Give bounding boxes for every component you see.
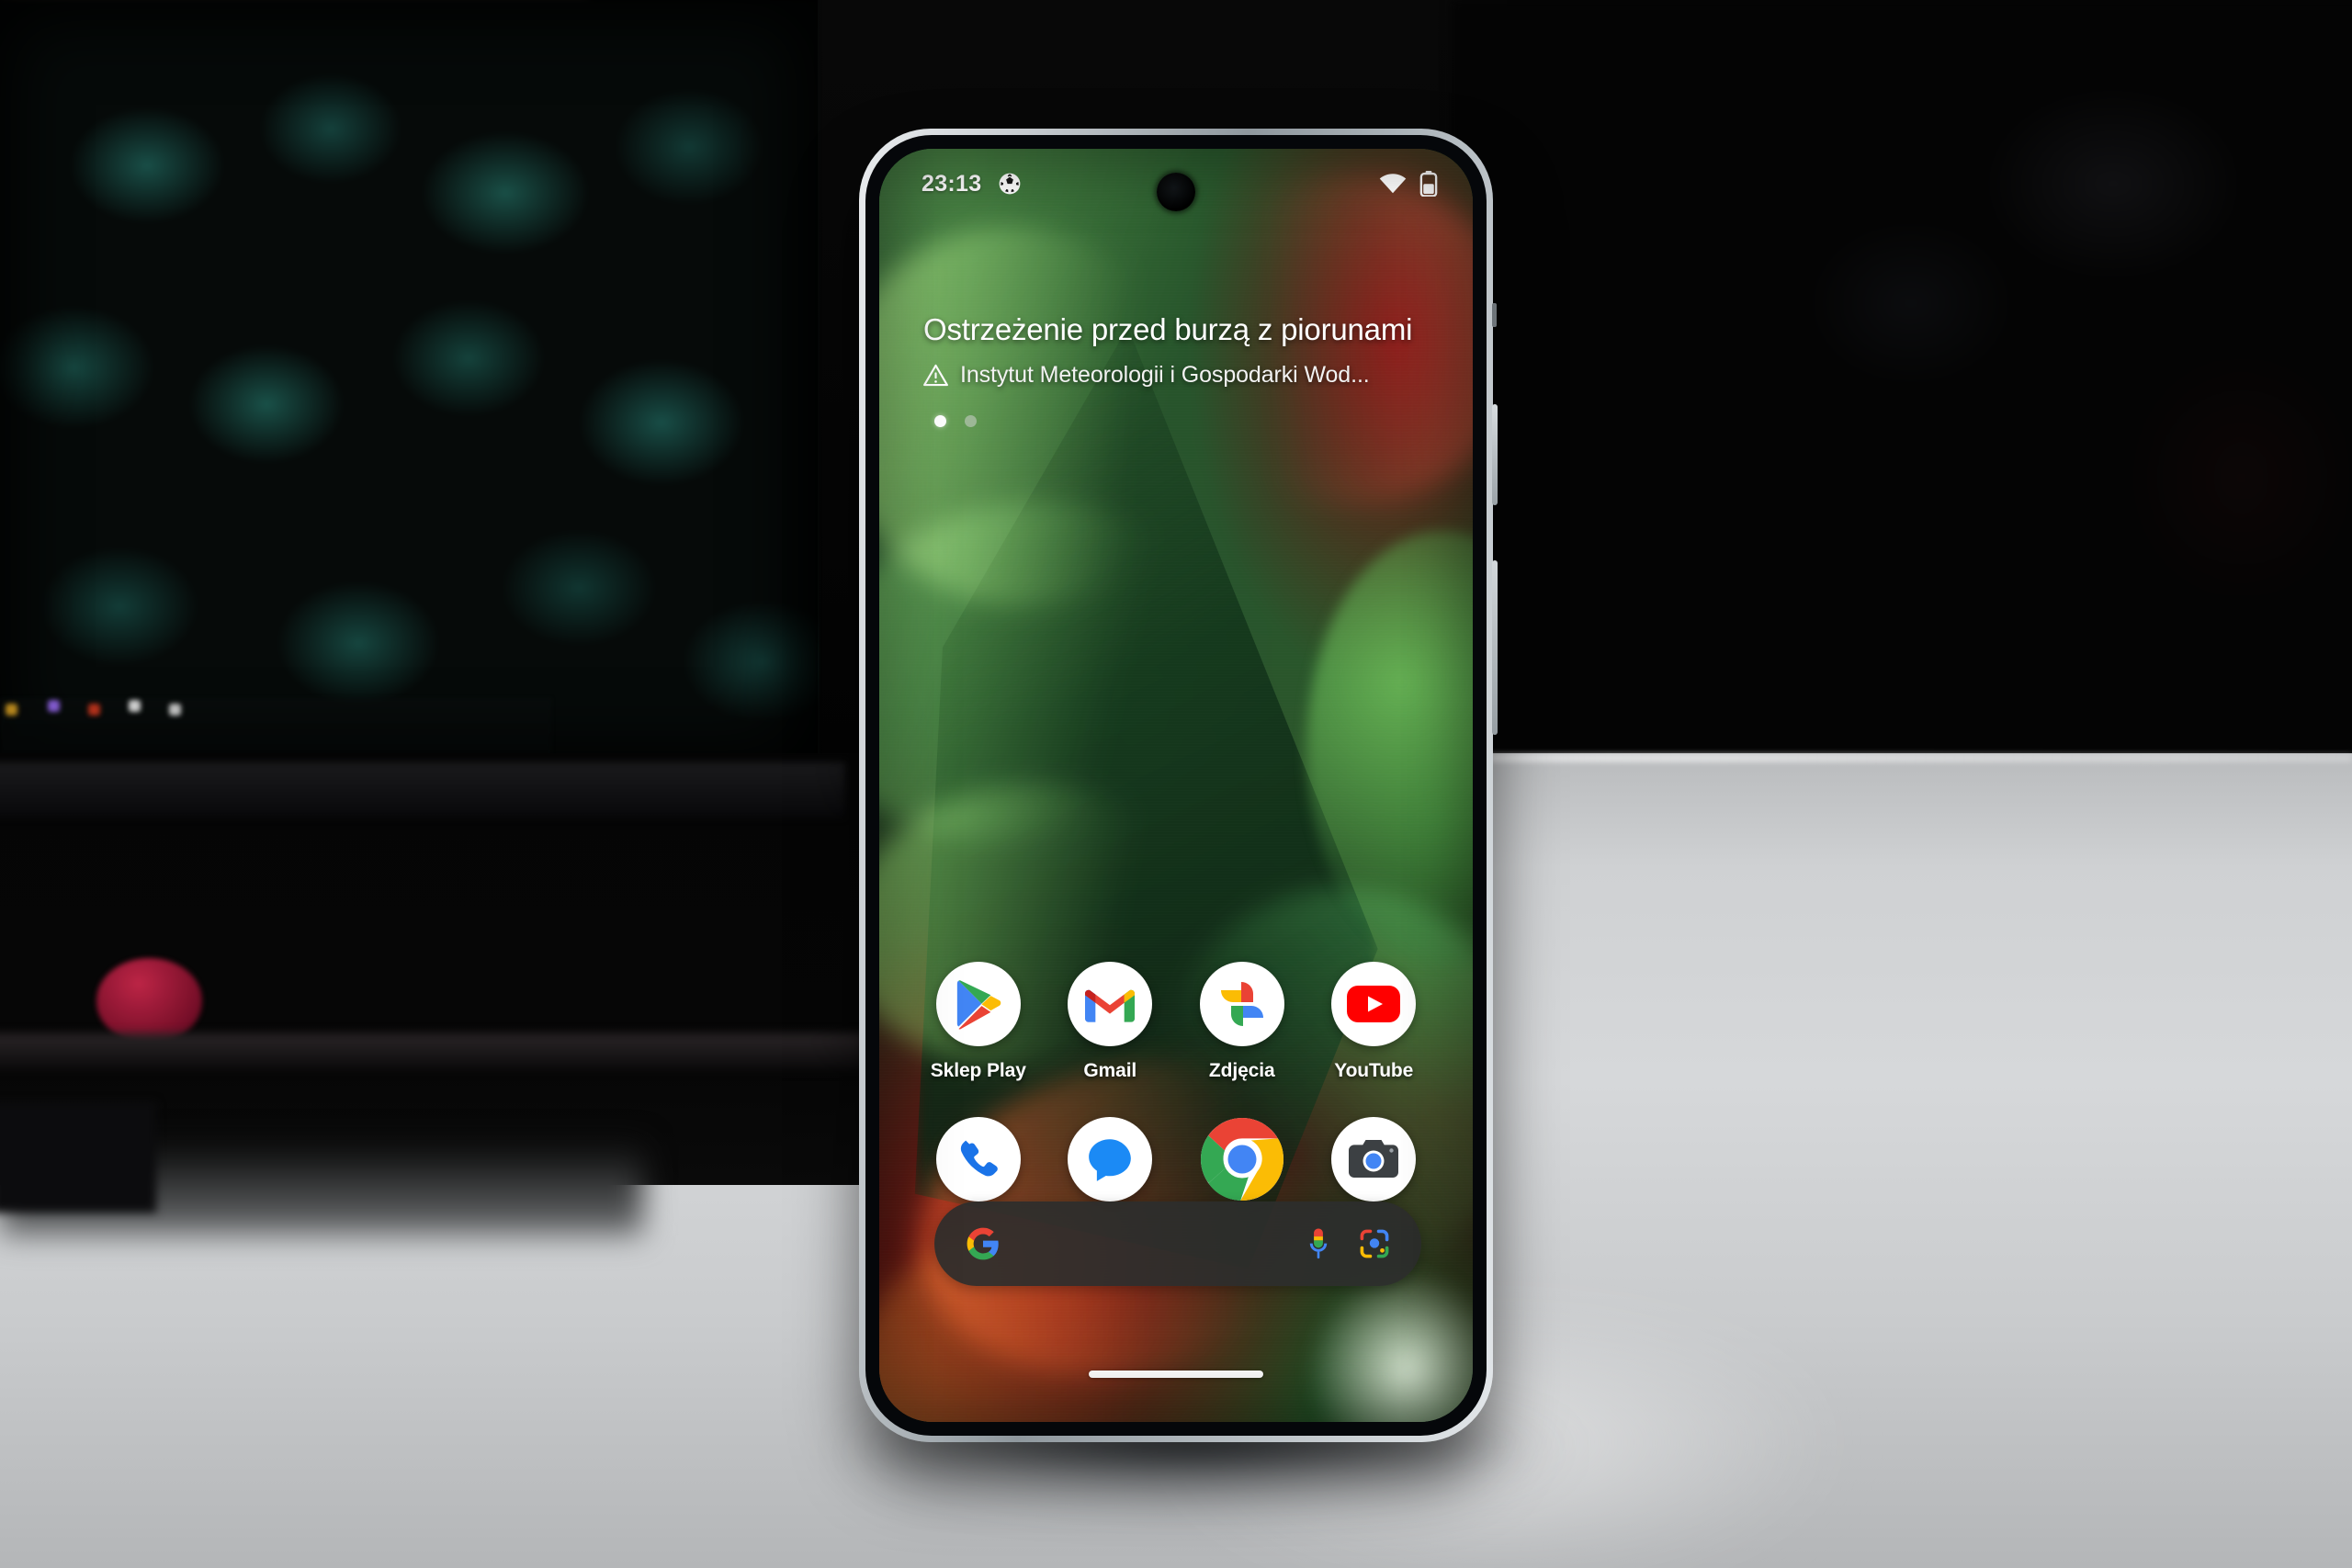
page-indicator[interactable]	[934, 415, 977, 427]
warning-triangle-icon	[923, 363, 948, 388]
google-lens-icon[interactable]	[1359, 1228, 1390, 1259]
scene: 23:13 Ostrzeżenie przed burzą z piorunam…	[0, 0, 2352, 1568]
app-grid: Sklep Play Gmail Zdjęcia YouTube	[912, 962, 1440, 1237]
app-label: YouTube	[1334, 1060, 1414, 1081]
soccer-ball-icon	[998, 172, 1022, 196]
shelf-object	[0, 1102, 156, 1213]
app-label: Sklep Play	[930, 1060, 1026, 1081]
background-monitor-rim	[0, 0, 818, 772]
app-gmail[interactable]: Gmail	[1045, 962, 1177, 1082]
taskbar-icon	[88, 704, 100, 716]
app-label: Zdjęcia	[1208, 1060, 1275, 1081]
messages-icon[interactable]	[1068, 1117, 1153, 1201]
google-photos-icon[interactable]	[1199, 962, 1284, 1046]
power-button[interactable]	[1492, 404, 1498, 505]
app-photos[interactable]: Zdjęcia	[1176, 962, 1308, 1082]
smartphone: 23:13 Ostrzeżenie przed burzą z piorunam…	[859, 129, 1498, 1442]
taskbar-icon	[48, 700, 60, 712]
google-search-bar[interactable]	[934, 1201, 1421, 1286]
play-store-icon[interactable]	[935, 962, 1021, 1046]
app-youtube[interactable]: YouTube	[1308, 962, 1441, 1082]
background-right-dark	[1452, 0, 2352, 827]
notification[interactable]: Ostrzeżenie przed burzą z piorunami Inst…	[923, 312, 1436, 389]
voice-search-icon[interactable]	[1306, 1227, 1331, 1260]
background-shelf-lower	[0, 1033, 864, 1070]
battery-icon	[1419, 171, 1438, 197]
phone-screen[interactable]: 23:13 Ostrzeżenie przed burzą z piorunam…	[879, 149, 1473, 1422]
youtube-icon[interactable]	[1331, 962, 1417, 1046]
status-bar-clock: 23:13	[922, 170, 982, 197]
notification-source: Instytut Meteorologii i Gospodarki Wod..…	[960, 362, 1370, 388]
page-dot-inactive[interactable]	[965, 415, 977, 427]
red-object	[96, 958, 202, 1043]
taskbar-icon	[169, 704, 181, 716]
app-label: Gmail	[1083, 1060, 1137, 1081]
camera-icon[interactable]	[1331, 1117, 1417, 1201]
mute-switch[interactable]	[1492, 303, 1497, 327]
chrome-icon[interactable]	[1200, 1117, 1284, 1201]
taskbar-icon	[129, 700, 141, 712]
google-g-logo	[966, 1226, 1001, 1261]
background-shelf	[0, 762, 845, 818]
taskbar-icon	[6, 704, 17, 716]
page-dot-active[interactable]	[934, 415, 946, 427]
status-bar: 23:13	[879, 165, 1473, 202]
phone-icon[interactable]	[935, 1117, 1021, 1201]
app-play-store[interactable]: Sklep Play	[912, 962, 1045, 1082]
gesture-navigation-bar[interactable]	[1089, 1371, 1263, 1378]
wifi-icon	[1379, 173, 1407, 195]
volume-rocker[interactable]	[1492, 560, 1498, 735]
gmail-icon[interactable]	[1068, 962, 1153, 1046]
notification-title: Ostrzeżenie przed burzą z piorunami	[923, 312, 1413, 346]
